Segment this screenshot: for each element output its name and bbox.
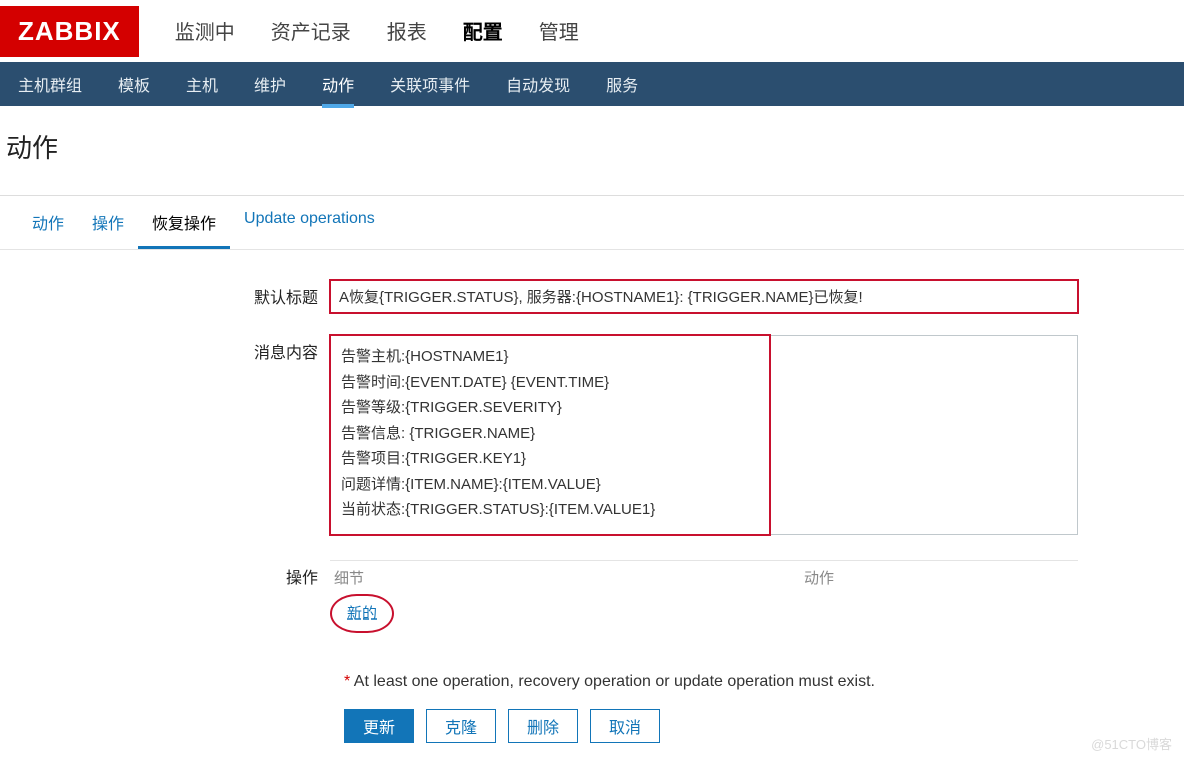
subnav-services[interactable]: 服务 [588,62,656,106]
sub-nav: 主机群组 模板 主机 维护 动作 关联项事件 自动发现 服务 [0,62,1184,106]
subnav-correlation[interactable]: 关联项事件 [372,62,488,106]
row-operations: 操作 细节 动作 新的 [0,560,1184,633]
tab-operations[interactable]: 操作 [78,196,138,249]
topnav-reports[interactable]: 报表 [369,0,445,65]
logo: ZABBIX [0,6,139,57]
top-nav: 监测中 资产记录 报表 配置 管理 [157,0,597,65]
validation-text: At least one operation, recovery operati… [354,673,875,690]
tab-recovery-operations[interactable]: 恢复操作 [138,196,230,249]
label-operations: 操作 [0,560,330,588]
operations-header: 细节 动作 [330,561,1078,594]
topnav-inventory[interactable]: 资产记录 [253,0,369,65]
subject-input[interactable] [330,280,1078,313]
tab-update-operations[interactable]: Update operations [230,196,389,249]
subnav-hostgroups[interactable]: 主机群组 [0,62,100,106]
update-button[interactable]: 更新 [344,709,414,743]
topnav-administration[interactable]: 管理 [521,0,597,65]
topnav-configuration[interactable]: 配置 [445,0,521,65]
cancel-button[interactable]: 取消 [590,709,660,743]
tab-action[interactable]: 动作 [18,196,78,249]
label-message: 消息内容 [0,335,330,363]
validation-message: * At least one operation, recovery opera… [0,655,1184,709]
col-detail: 细节 [334,567,804,588]
col-action: 动作 [804,567,1074,588]
operations-table: 细节 动作 新的 [330,560,1078,633]
tabs: 动作 操作 恢复操作 Update operations [0,196,1184,249]
message-textarea[interactable]: 告警主机:{HOSTNAME1} 告警时间:{EVENT.DATE} {EVEN… [330,335,1078,535]
subnav-hosts[interactable]: 主机 [168,62,236,106]
watermark: @51CTO博客 [1091,734,1172,753]
form: 默认标题 消息内容 告警主机:{HOSTNAME1} 告警时间:{EVENT.D… [0,250,1184,773]
subnav-templates[interactable]: 模板 [100,62,168,106]
row-message: 消息内容 告警主机:{HOSTNAME1} 告警时间:{EVENT.DATE} … [0,335,1184,538]
label-subject: 默认标题 [0,280,330,308]
highlight-oval: 新的 [330,594,394,633]
topnav-monitoring[interactable]: 监测中 [157,0,253,65]
new-operation-link[interactable]: 新的 [344,598,380,627]
delete-button[interactable]: 删除 [508,709,578,743]
subnav-maintenance[interactable]: 维护 [236,62,304,106]
top-bar: ZABBIX 监测中 资产记录 报表 配置 管理 [0,0,1184,62]
operations-body: 新的 [330,594,1078,633]
row-subject: 默认标题 [0,280,1184,313]
subnav-actions[interactable]: 动作 [304,62,372,106]
page-title: 动作 [0,106,1184,195]
required-star: * [344,673,350,690]
action-buttons: 更新 克隆 删除 取消 [0,709,1184,773]
clone-button[interactable]: 克隆 [426,709,496,743]
subnav-discovery[interactable]: 自动发现 [488,62,588,106]
